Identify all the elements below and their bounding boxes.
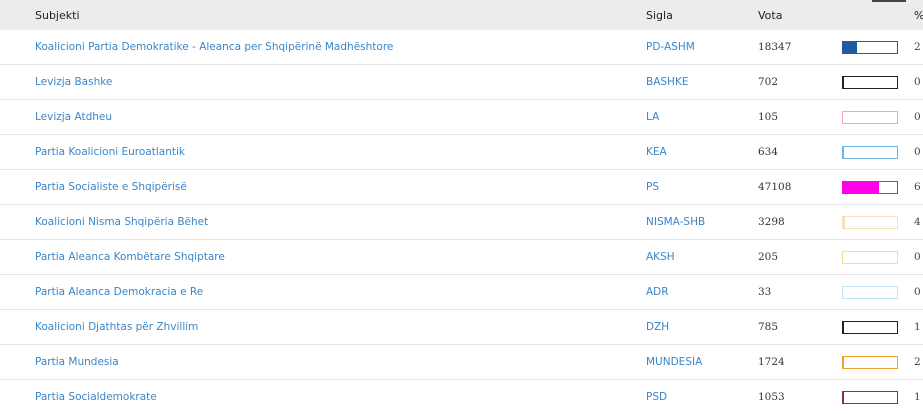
vote-bar-cell [842,30,914,65]
vote-percent: 0 [914,135,923,170]
vote-count: 18347 [758,30,842,65]
vote-bar-cell [842,205,914,240]
party-name-link[interactable]: Partia Socialiste e Shqipërisë [0,170,646,205]
vote-percent: 2 [914,30,923,65]
vote-percent: 0 [914,240,923,275]
vote-bar-cell [842,65,914,100]
vote-count: 634 [758,135,842,170]
vote-percent: 4 [914,205,923,240]
vote-count: 33 [758,275,842,310]
vote-share-fill [843,357,844,368]
vote-share-bar [842,76,898,89]
vote-percent: 1 [914,310,923,345]
vote-share-bar [842,181,898,194]
party-name-link[interactable]: Levizja Atdheu [0,100,646,135]
vote-count: 205 [758,240,842,275]
table-row: Partia Socialdemokrate PSD 1053 1 [0,380,923,414]
party-acronym-link[interactable]: MUNDESIA [646,345,758,380]
vote-share-bar [842,356,898,369]
vote-count: 1724 [758,345,842,380]
vote-bar-cell [842,100,914,135]
vote-share-fill [843,392,844,403]
party-acronym-link[interactable]: PS [646,170,758,205]
party-name-link[interactable]: Partia Aleanca Demokracia e Re [0,275,646,310]
party-name-link[interactable]: Levizja Bashke [0,65,646,100]
vote-bar-cell [842,170,914,205]
party-name-link[interactable]: Partia Aleanca Kombëtare Shqiptare [0,240,646,275]
scroll-indicator [872,0,906,2]
vote-percent: 0 [914,275,923,310]
table-row: Levizja Atdheu LA 105 0 [0,100,923,135]
vote-count: 47108 [758,170,842,205]
vote-share-bar [842,391,898,404]
table-row: Koalicioni Nisma Shqipëria Bëhet NISMA-S… [0,205,923,240]
party-name-link[interactable]: Koalicioni Djathtas për Zhvillim [0,310,646,345]
vote-bar-cell [842,135,914,170]
party-name-link[interactable]: Partia Mundesia [0,345,646,380]
table-row: Partia Socialiste e Shqipërisë PS 47108 … [0,170,923,205]
table-row: Levizja Bashke BASHKE 702 0 [0,65,923,100]
vote-percent: 0 [914,100,923,135]
vote-share-bar [842,41,898,54]
vote-bar-cell [842,275,914,310]
header-percent[interactable]: % [914,0,923,30]
table-row: Partia Koalicioni Euroatlantik KEA 634 0 [0,135,923,170]
vote-share-fill [843,182,879,193]
party-name-link[interactable]: Partia Koalicioni Euroatlantik [0,135,646,170]
vote-bar-cell [842,380,914,414]
vote-share-fill [843,147,844,158]
party-name-link[interactable]: Koalicioni Partia Demokratike - Aleanca … [0,30,646,65]
party-acronym-link[interactable]: NISMA-SHB [646,205,758,240]
party-acronym-link[interactable]: BASHKE [646,65,758,100]
vote-share-bar [842,286,898,299]
vote-bar-cell [842,310,914,345]
header-bar [842,0,914,30]
vote-share-bar [842,251,898,264]
table-row: Koalicioni Partia Demokratike - Aleanca … [0,30,923,65]
party-acronym-link[interactable]: LA [646,100,758,135]
vote-count: 702 [758,65,842,100]
vote-percent: 2 [914,345,923,380]
vote-count: 785 [758,310,842,345]
vote-count: 3298 [758,205,842,240]
vote-share-fill [843,42,857,53]
party-name-link[interactable]: Koalicioni Nisma Shqipëria Bëhet [0,205,646,240]
results-table: Subjekti Sigla Vota % Koalicioni Partia … [0,0,923,414]
vote-bar-cell [842,345,914,380]
party-acronym-link[interactable]: DZH [646,310,758,345]
party-acronym-link[interactable]: KEA [646,135,758,170]
table-row: Partia Mundesia MUNDESIA 1724 2 [0,345,923,380]
vote-count: 1053 [758,380,842,414]
vote-share-fill [843,217,845,228]
party-acronym-link[interactable]: ADR [646,275,758,310]
party-acronym-link[interactable]: PD-ASHM [646,30,758,65]
header-subjekti[interactable]: Subjekti [0,0,646,30]
header-vota[interactable]: Vota [758,0,842,30]
vote-share-bar [842,216,898,229]
table-row: Partia Aleanca Kombëtare Shqiptare AKSH … [0,240,923,275]
table-row: Partia Aleanca Demokracia e Re ADR 33 0 [0,275,923,310]
table-row: Koalicioni Djathtas për Zhvillim DZH 785… [0,310,923,345]
party-name-link[interactable]: Partia Socialdemokrate [0,380,646,414]
vote-percent: 0 [914,65,923,100]
party-acronym-link[interactable]: AKSH [646,240,758,275]
vote-share-fill [843,77,844,88]
vote-bar-cell [842,240,914,275]
vote-percent: 1 [914,380,923,414]
vote-share-bar [842,321,898,334]
vote-share-bar [842,111,898,124]
party-acronym-link[interactable]: PSD [646,380,758,414]
vote-count: 105 [758,100,842,135]
vote-share-fill [843,322,844,333]
header-sigla[interactable]: Sigla [646,0,758,30]
vote-percent: 6 [914,170,923,205]
vote-share-bar [842,146,898,159]
table-header: Subjekti Sigla Vota % [0,0,923,30]
